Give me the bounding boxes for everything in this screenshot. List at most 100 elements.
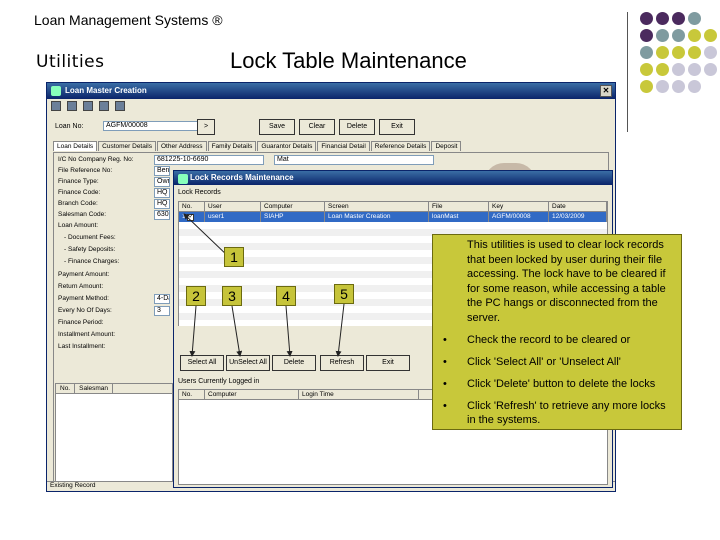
tab-customer-details[interactable]: Customer Details [98,141,156,151]
salesman-grid: No. Salesman [55,383,173,483]
field-input[interactable]: 3 [154,306,170,316]
callout-5: 5 [334,284,354,304]
slide-header: Loan Management Systems ® [34,12,223,28]
row-no: 1 ✓ [179,212,205,222]
help-icon[interactable] [115,101,125,111]
dot [656,29,669,42]
field-label: Payment Method: [58,295,109,302]
field-label: File Reference No: [58,167,113,174]
unselect-all-button[interactable]: UnSelect All [226,355,270,371]
name-input[interactable]: Mat [274,155,434,165]
save-button[interactable]: Save [259,119,295,135]
field-label: Return Amount: [58,283,104,290]
dialog-titlebar[interactable]: Lock Records Maintenance [174,171,612,185]
table-row[interactable]: 1 ✓ user1 SIAHP Loan Master Creation loa… [179,212,607,222]
exit-button[interactable]: Exit [379,119,415,135]
field-label: Every No Of Days: [58,307,112,314]
callout-3: 3 [222,286,242,306]
edit-icon[interactable] [83,101,93,111]
dialog-exit-button[interactable]: Exit [366,355,410,371]
field-label: Last Installment: [58,343,106,350]
dot [672,46,685,59]
grid-header: Key [489,202,549,211]
tab-strip: Loan Details Customer Details Other Addr… [53,141,462,151]
field-label: Finance Period: [58,319,104,326]
dot [640,46,653,59]
field-input[interactable]: 4-Da [154,294,170,304]
field-input[interactable]: HQ [154,199,170,209]
row-computer: SIAHP [261,212,325,222]
grid-header: Date [549,202,607,211]
tab-family-details[interactable]: Family Details [207,141,257,151]
field-input[interactable]: HQ [154,188,170,198]
row-file: loanMast [429,212,489,222]
field-label: Branch Code: [58,200,98,207]
info-intro: This utilities is used to clear lock rec… [467,239,666,324]
window-title: Loan Master Creation [65,86,147,95]
dot [656,63,669,76]
tab-guarantor-details[interactable]: Guarantor Details [257,141,317,151]
print-icon[interactable] [67,101,77,111]
tab-reference-details[interactable]: Reference Details [370,141,431,151]
dot [640,63,653,76]
delete-button[interactable]: Delete [339,119,375,135]
app-icon [51,86,61,96]
info-steps: Check the record to be cleared or Click … [439,333,675,427]
dot [688,80,701,93]
select-all-button[interactable]: Select All [180,355,224,371]
field-label: I/C No Company Reg. No: [58,156,134,163]
field-input[interactable]: 630 [154,210,170,220]
dot [640,12,653,25]
section-label: Lock Records [178,189,221,196]
info-step: Check the record to be cleared or [439,333,675,347]
info-step: Click 'Refresh' to retrieve any more loc… [439,399,675,427]
field-label: - Finance Charges: [64,258,120,265]
tools-icon[interactable] [99,101,109,111]
dot [672,12,685,25]
save-icon[interactable] [51,101,61,111]
grid-header: No. [179,202,205,211]
field-label: - Safety Deposits: [64,246,116,253]
callout-4: 4 [276,286,296,306]
field-label: Loan Amount: [58,222,99,229]
dialog-title: Lock Records Maintenance [190,173,294,182]
dot [688,63,701,76]
grid-header: User [205,202,261,211]
field-input[interactable]: Ben [154,166,170,176]
grid-header: File [429,202,489,211]
dot [688,12,701,25]
grid-header: No. [56,384,76,393]
tab-other-address[interactable]: Other Address [157,141,207,151]
tab-financial-detail[interactable]: Financial Detail [317,141,370,151]
field-label: Installment Amount: [58,331,116,338]
dot [656,12,669,25]
dot [672,80,685,93]
close-icon[interactable]: ✕ [600,85,612,97]
dot [640,80,653,93]
decorative-dot-pattern [640,12,720,112]
lock-icon [178,174,188,184]
field-label: Finance Type: [58,178,99,185]
field-label: Salesman Code: [58,211,107,218]
clear-button[interactable]: Clear [299,119,335,135]
tab-loan-details[interactable]: Loan Details [53,141,98,151]
row-date: 12/03/2009 [549,212,607,222]
grid-header: Computer [261,202,325,211]
row-checkbox[interactable]: ✓ [187,214,195,221]
loan-lookup-button[interactable]: > [197,119,215,135]
grid-header: Screen [325,202,429,211]
tab-deposit[interactable]: Deposit [431,141,462,151]
grid-header-row: No. User Computer Screen File Key Date [179,202,607,212]
field-input[interactable]: Own [154,177,170,187]
dot [704,46,717,59]
refresh-button[interactable]: Refresh [320,355,364,371]
field-input[interactable]: 681225-10-6690 [154,155,264,165]
window-titlebar[interactable]: Loan Master Creation ✕ [47,83,615,99]
row-screen: Loan Master Creation [325,212,429,222]
loan-no-label: Loan No: [55,123,84,130]
delete-locks-button[interactable]: Delete [272,355,316,371]
grid-header: Login Time [299,390,419,399]
dot [688,29,701,42]
users-logged-in-label: Users Currently Logged in [178,378,260,385]
dot [672,29,685,42]
